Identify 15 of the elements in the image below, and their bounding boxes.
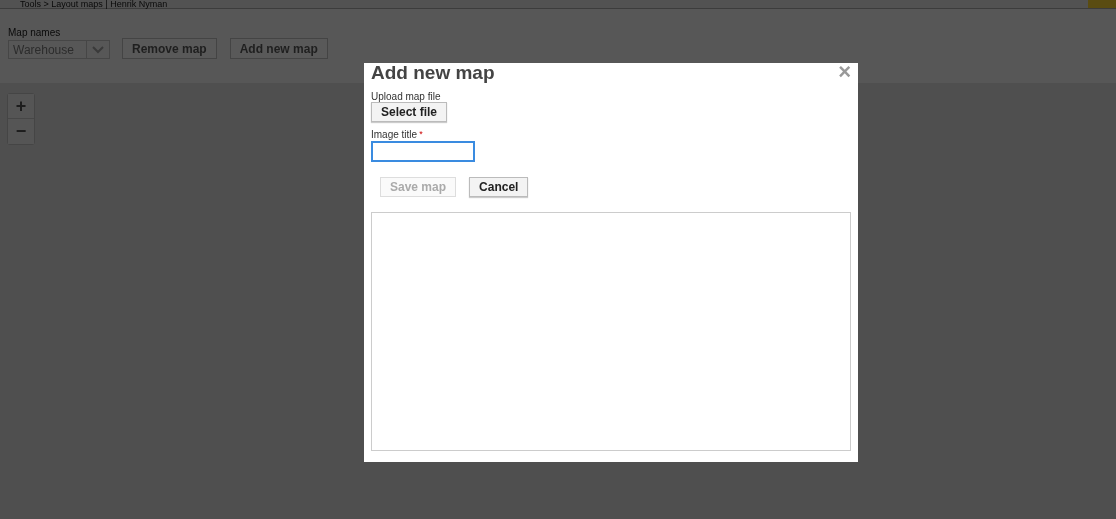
required-mark: *	[419, 129, 423, 140]
toolbar-button[interactable]: Add new map	[229, 38, 328, 59]
dialog-title: Add new map	[371, 63, 495, 83]
chevron-icon	[92, 45, 104, 54]
field-label: Upload map file	[371, 91, 441, 102]
breadcrumb: Tools > Layout maps | Henrik Nyman	[20, 0, 168, 8]
select-file-button[interactable]: Select file	[371, 102, 448, 122]
header-accent	[1088, 0, 1116, 8]
zoom-button[interactable]: +	[8, 94, 34, 119]
close-button[interactable]: ×	[838, 63, 851, 81]
field-label: Map names	[8, 27, 62, 38]
input-field[interactable]	[371, 141, 475, 162]
toolbar-button[interactable]: Remove map	[122, 38, 217, 59]
dialog-button[interactable]: Cancel	[469, 177, 529, 197]
field-label: Image title	[371, 129, 418, 140]
